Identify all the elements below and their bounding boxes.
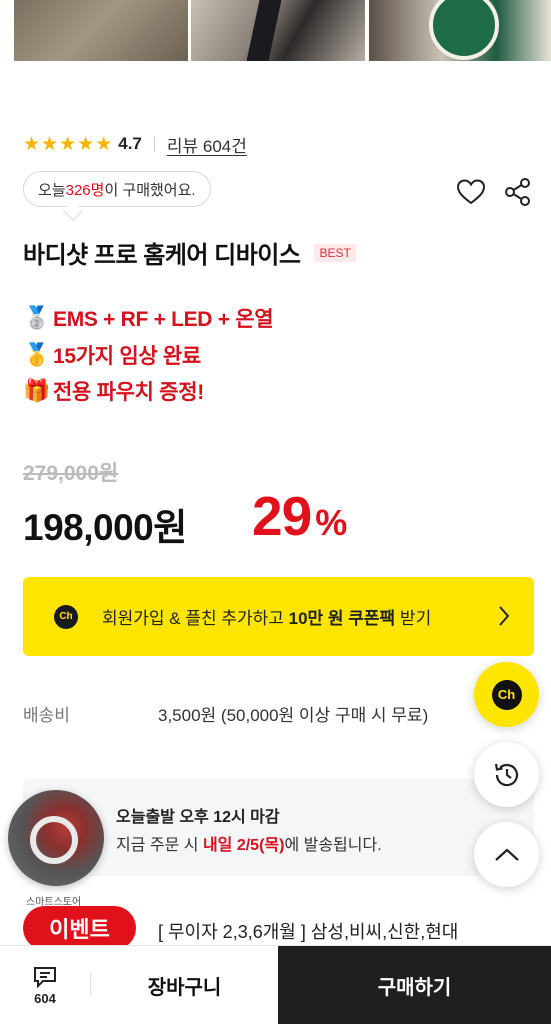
bubble-count: 326명 [65,181,105,199]
discount-unit: % [315,502,348,543]
chevron-up-icon [494,848,519,861]
sale-price: 198,000원 [23,507,187,548]
review-count-link[interactable]: 리뷰 604건 [167,132,247,157]
kakao-channel-icon: Ch [491,679,522,710]
add-to-cart-button[interactable]: 장바구니 [91,946,278,1024]
scroll-top-button[interactable] [474,822,539,887]
dispatch-post: 에 발송됩니다. [284,837,382,854]
dispatch-deadline: 오늘출발 오후 12시 마감 [116,809,280,826]
banner-text-post: 받기 [395,609,432,628]
banner-text-pre: 회원가입 & 플친 추가하고 [102,609,289,628]
discount-number: 29 [252,485,312,547]
history-icon [494,763,518,786]
promo-line: 🥈 EMS + RF + LED + 온열 [23,303,274,333]
bubble-prefix: 오늘 [38,181,66,199]
chevron-right-icon [499,606,510,626]
event-button[interactable]: 이벤트 [23,906,136,950]
star-icon: ★ [41,133,59,155]
gift-icon: 🎁 [23,378,51,403]
product-thumbnail[interactable] [191,0,365,61]
medal-icon: 🥇 [23,342,51,367]
kakao-channel-button[interactable]: Ch [474,662,539,727]
star-icon: ★ [77,133,95,155]
shipping-value: 3,500원 (50,000원 이상 구매 시 무료) [158,706,429,725]
star-icon: ★ [23,133,41,155]
promo-text: 전용 파우치 증정! [53,381,204,404]
kakao-coupon-banner[interactable]: Ch 회원가입 & 플친 추가하고 10만 원 쿠폰팩 받기 [23,577,534,656]
original-price: 279,000원 [23,462,119,485]
rating-row: ★ ★ ★ ★ ★ 4.7 리뷰 604건 [23,132,247,156]
thumbnail-detail [30,816,78,864]
product-gallery [0,0,551,62]
dispatch-date: 지금 주문 시 내일 2/5(목)에 발송됩니다. [116,831,382,855]
dispatch-date-highlight: 내일 2/5(목) [202,837,285,854]
purchase-count-bubble: 오늘 326명 이 구매했어요. [23,171,211,207]
promo-line: 🎁 전용 파우치 증정! [23,376,204,406]
recent-history-button[interactable] [474,742,539,807]
banner-text-bold: 10만 원 쿠폰팩 [288,609,396,628]
promo-text: EMS + RF + LED + 온열 [53,308,274,331]
rating-value: 4.7 [118,134,142,153]
heart-icon[interactable] [455,176,487,208]
thumbnail-detail [246,0,282,61]
shipping-label: 배송비 [23,706,70,725]
dispatch-pre: 지금 주문 시 [116,837,203,854]
product-thumbnail[interactable] [369,0,551,61]
kakao-channel-icon: Ch [54,604,78,629]
store-avatar[interactable] [8,790,104,886]
star-rating: ★ ★ ★ ★ ★ [23,135,112,154]
star-icon: ★ [95,133,113,155]
comment-icon [34,967,56,989]
product-title: 바디샷 프로 홈케어 디바이스 [23,242,301,269]
product-title-row: 바디샷 프로 홈케어 디바이스 BEST [23,235,356,270]
divider [153,136,155,152]
promo-line: 🥇 15가지 임상 완료 [23,340,201,370]
bubble-suffix: 이 구매했어요. [104,181,196,199]
share-icon[interactable] [504,177,532,207]
discount-rate: 29 % [252,484,347,548]
promo-text: 15가지 임상 완료 [53,345,201,368]
thumbnail-detail [429,0,499,60]
star-icon: ★ [59,133,77,155]
product-thumbnail[interactable] [14,0,188,61]
best-badge: BEST [314,243,356,262]
comment-count: 604 [34,991,56,1006]
bottom-action-bar: 604 장바구니 구매하기 [0,945,551,1024]
comment-button[interactable]: 604 [0,946,90,1024]
kakao-banner-text: 회원가입 & 플친 추가하고 10만 원 쿠폰팩 받기 [102,604,431,629]
buy-now-button[interactable]: 구매하기 [278,946,551,1024]
medal-icon: 🥈 [23,305,51,330]
event-description: [ 무이자 2,3,6개월 ] 삼성,비씨,신한,현대 [158,922,459,942]
